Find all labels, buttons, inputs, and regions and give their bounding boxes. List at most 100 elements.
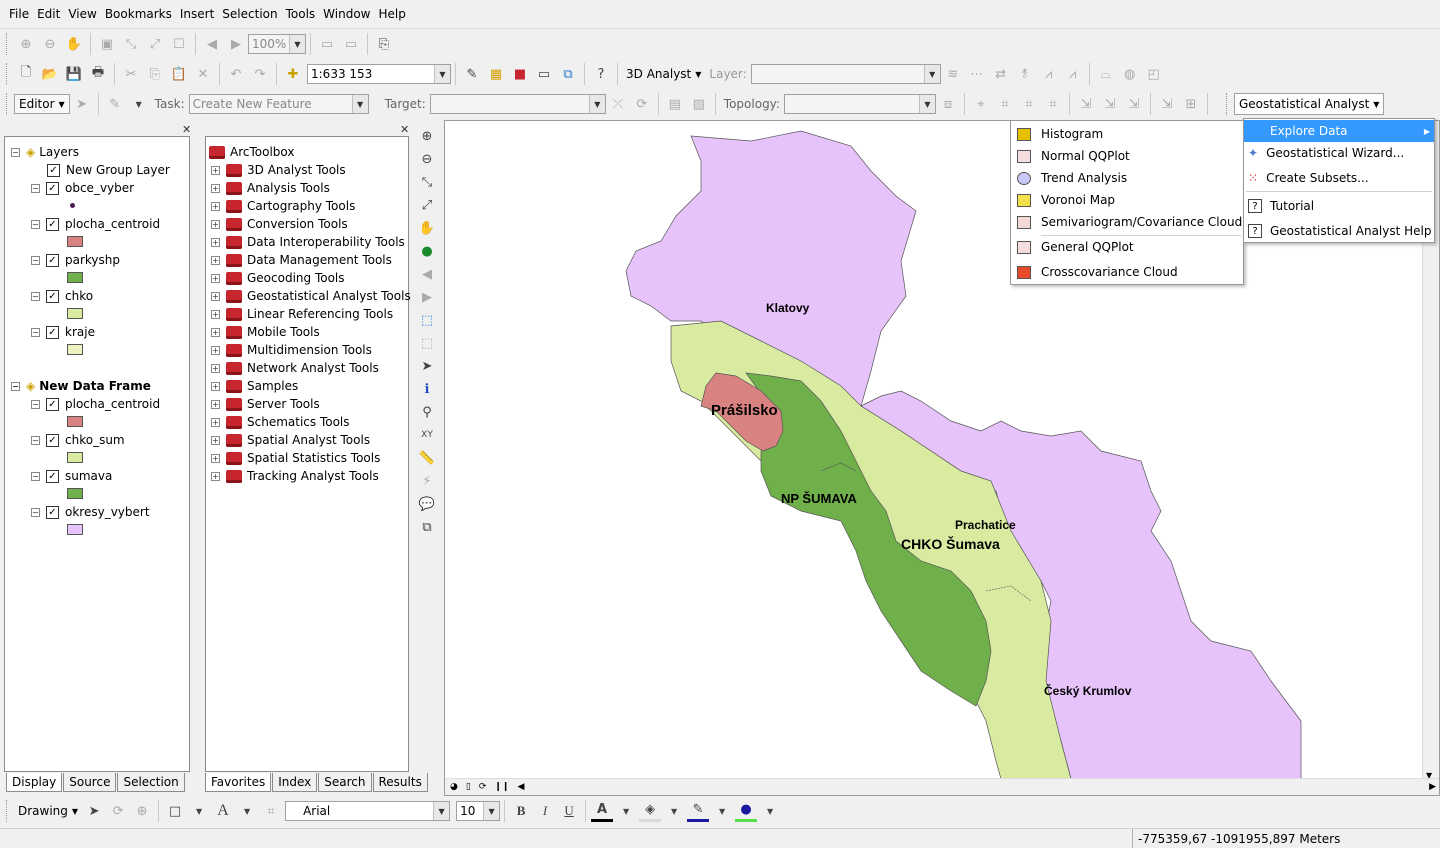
select-features-icon[interactable]: ⬚ [417,310,437,330]
tab-display[interactable]: Display [6,773,63,792]
expand-icon[interactable]: + [211,363,220,373]
data-view-icon[interactable]: ◕ [450,782,458,792]
drawing-menu[interactable]: Drawing ▼ [14,800,82,822]
expand-icon[interactable]: + [211,237,220,247]
toolbar-handle[interactable] [6,33,10,55]
scroll-left-icon[interactable]: ◀ [517,782,524,792]
toc-layer[interactable]: − ✓ okresy_vybert [31,503,150,521]
profile-graph-icon[interactable]: ⌓ [1095,63,1117,85]
tab-source[interactable]: Source [63,773,117,792]
editor-toolbar-icon[interactable]: ✎ [461,63,483,85]
arcscene-icon[interactable]: ◍ [1119,63,1141,85]
print-icon[interactable]: 🖶 [87,63,109,85]
toolbox-item[interactable]: + Geostatistical Analyst Tools [211,287,411,305]
line-color-dropdown-icon[interactable]: ▼ [711,800,733,822]
marker-color-icon[interactable]: ● [735,800,758,822]
tab-selection[interactable]: Selection [117,773,185,792]
toolbox-root[interactable]: ArcToolbox [209,143,294,161]
validate-extent-icon[interactable]: ⌗ [1018,93,1040,115]
rotate-tool-icon[interactable]: ⟳ [631,93,653,115]
collapse-icon[interactable]: − [31,183,40,193]
previous-extent-icon[interactable]: ◀ [201,33,223,55]
menu-item-semivariogram[interactable]: Semivariogram/Covariance Cloud [1011,211,1242,233]
fixed-zoom-out-icon[interactable]: ⤢ [144,33,166,55]
zoom-percent-combo[interactable]: 100% ▼ [248,34,306,54]
expand-icon[interactable]: + [211,273,220,283]
interpolate-polygon-icon[interactable]: ⩘ [1062,63,1084,85]
toolbox-item[interactable]: + Schematics Tools [211,413,350,431]
construct-features-icon[interactable]: ⇲ [1156,93,1178,115]
interpolate-point-icon[interactable]: ⥉ [1014,63,1036,85]
menu-insert[interactable]: Insert [177,7,217,21]
font-color-icon[interactable]: A [591,800,614,822]
menu-item-histogram[interactable]: Histogram [1011,123,1103,145]
menu-tools[interactable]: Tools [283,7,319,21]
refresh-icon[interactable]: ⟳ [479,782,487,792]
tab-search[interactable]: Search [318,773,372,792]
font-size-combo[interactable]: 10 ▼ [456,801,501,821]
map-scale-combo[interactable]: 1:633 153 ▼ [307,64,451,84]
back-arrow-icon[interactable]: ◀ [417,264,437,284]
symbol-swatch[interactable] [67,488,83,499]
toolbar-handle[interactable] [6,93,10,115]
zoom-out-icon[interactable]: ⊖ [417,149,437,169]
bold-icon[interactable]: B [510,800,532,822]
collapse-icon[interactable]: − [31,435,40,445]
toolbox-close-icon[interactable]: ✕ [400,123,409,136]
split-tool-icon[interactable]: ⤫ [607,93,629,115]
menu-selection[interactable]: Selection [219,7,280,21]
topology-edit-icon[interactable]: ⌖ [970,93,992,115]
arcglobe-icon[interactable]: ◰ [1143,63,1165,85]
collapse-icon[interactable]: − [31,507,40,517]
menu-item-voronoi-map[interactable]: Voronoi Map [1011,189,1115,211]
toc-layer[interactable]: − ✓ plocha_centroid [31,215,160,233]
save-icon[interactable]: 💾 [63,63,85,85]
error-inspector-icon[interactable]: ⇲ [1099,93,1121,115]
layer-checkbox[interactable]: ✓ [46,397,59,411]
sketch-tool-icon[interactable]: ✎ [104,93,126,115]
layer-checkbox[interactable]: ✓ [46,181,59,195]
menu-item-tutorial[interactable]: ? Tutorial [1244,195,1314,217]
collapse-icon[interactable]: − [11,381,20,391]
zoom-in-icon[interactable]: ⊕ [417,126,437,146]
command-line-icon[interactable]: ▭ [533,63,555,85]
fill-color-icon[interactable]: ◈ [639,800,662,822]
font-combo[interactable]: Arial ▼ [285,801,451,821]
toc-layer[interactable]: − ✓ chko_sum [31,431,125,449]
toolbox-item[interactable]: + Multidimension Tools [211,341,372,359]
collapse-icon[interactable]: − [31,327,40,337]
font-color-dropdown-icon[interactable]: ▼ [615,800,637,822]
menu-item-general-qqplot[interactable]: General QQPlot [1011,236,1134,258]
collapse-icon[interactable]: − [31,399,40,409]
sketch-properties-icon[interactable]: ▨ [688,93,710,115]
zoom-out-page-icon[interactable]: ⊖ [39,33,61,55]
expand-icon[interactable]: + [211,453,220,463]
toolbar-handle[interactable] [1225,93,1230,115]
pan-icon[interactable]: ✋ [417,218,437,238]
fix-error-icon[interactable]: ⇲ [1075,93,1097,115]
menu-item-explore-data[interactable]: Explore Data ▶ [1244,120,1434,142]
fixed-zoom-in-icon[interactable]: ⤡ [417,172,437,192]
zoom-whole-page-icon[interactable]: ▣ [96,33,118,55]
fill-color-dropdown-icon[interactable]: ▼ [663,800,685,822]
collapse-icon[interactable]: − [31,255,40,265]
identify-icon[interactable]: ℹ [417,379,437,399]
task-combo[interactable]: Create New Feature ▼ [188,94,369,114]
toc-layer[interactable]: − ✓ obce_vyber [31,179,134,197]
symbol-swatch[interactable] [67,524,83,535]
toolbox-item[interactable]: + Spatial Statistics Tools [211,449,380,467]
expand-icon[interactable]: + [211,417,220,427]
geostatistical-analyst-menu[interactable]: Geostatistical Analyst ▼ [1233,93,1385,115]
menu-item-create-subsets[interactable]: ⁙ Create Subsets... [1244,167,1369,189]
layer-combo[interactable]: ▼ [750,64,941,84]
collapse-icon[interactable]: − [31,219,40,229]
topology-combo[interactable]: ▼ [783,94,936,114]
menu-edit[interactable]: Edit [34,7,63,21]
expand-icon[interactable]: + [211,183,220,193]
toolbox-item[interactable]: + Linear Referencing Tools [211,305,393,323]
measure-icon[interactable]: 📏 [417,448,437,468]
redo-icon[interactable]: ↷ [249,63,271,85]
toolbox-item[interactable]: + Spatial Analyst Tools [211,431,370,449]
delete-icon[interactable]: ✕ [192,63,214,85]
whats-this-icon[interactable]: ? [590,63,612,85]
